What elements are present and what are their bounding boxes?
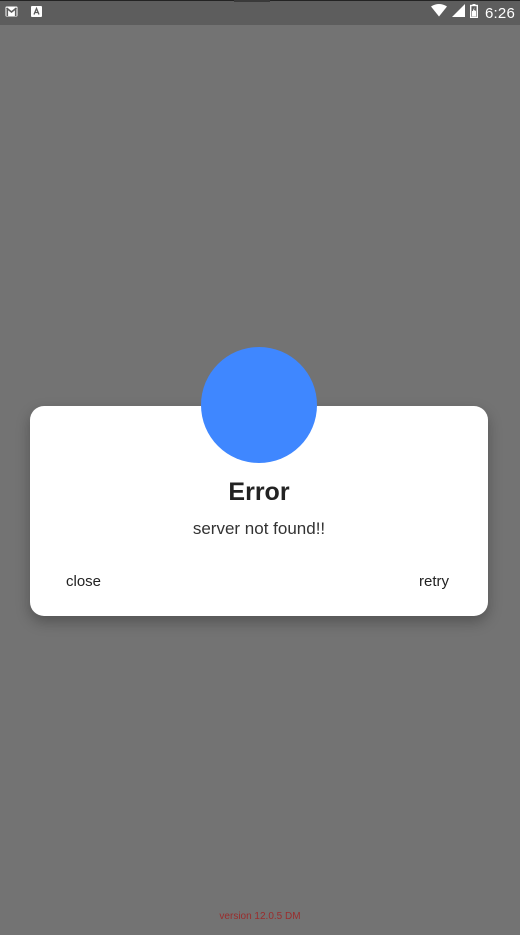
wifi-icon — [431, 4, 447, 22]
retry-button[interactable]: retry — [413, 569, 455, 594]
error-badge-circle — [201, 347, 317, 463]
version-label: version 12.0.5 DM — [219, 911, 301, 922]
status-bar: 6:26 — [0, 0, 520, 25]
dialog-message: server not found!! — [192, 519, 326, 538]
status-time: 6:26 — [485, 4, 515, 22]
close-button[interactable]: close — [60, 569, 107, 594]
status-bar-system-icons: 6:26 — [431, 3, 515, 23]
signal-icon — [452, 4, 465, 22]
dialog-title: Error — [228, 478, 290, 506]
status-bar-notch — [234, 0, 270, 2]
gmail-icon — [5, 4, 18, 22]
battery-icon — [469, 3, 478, 23]
status-bar-notifications — [5, 6, 42, 20]
app-notification-icon — [31, 4, 42, 22]
